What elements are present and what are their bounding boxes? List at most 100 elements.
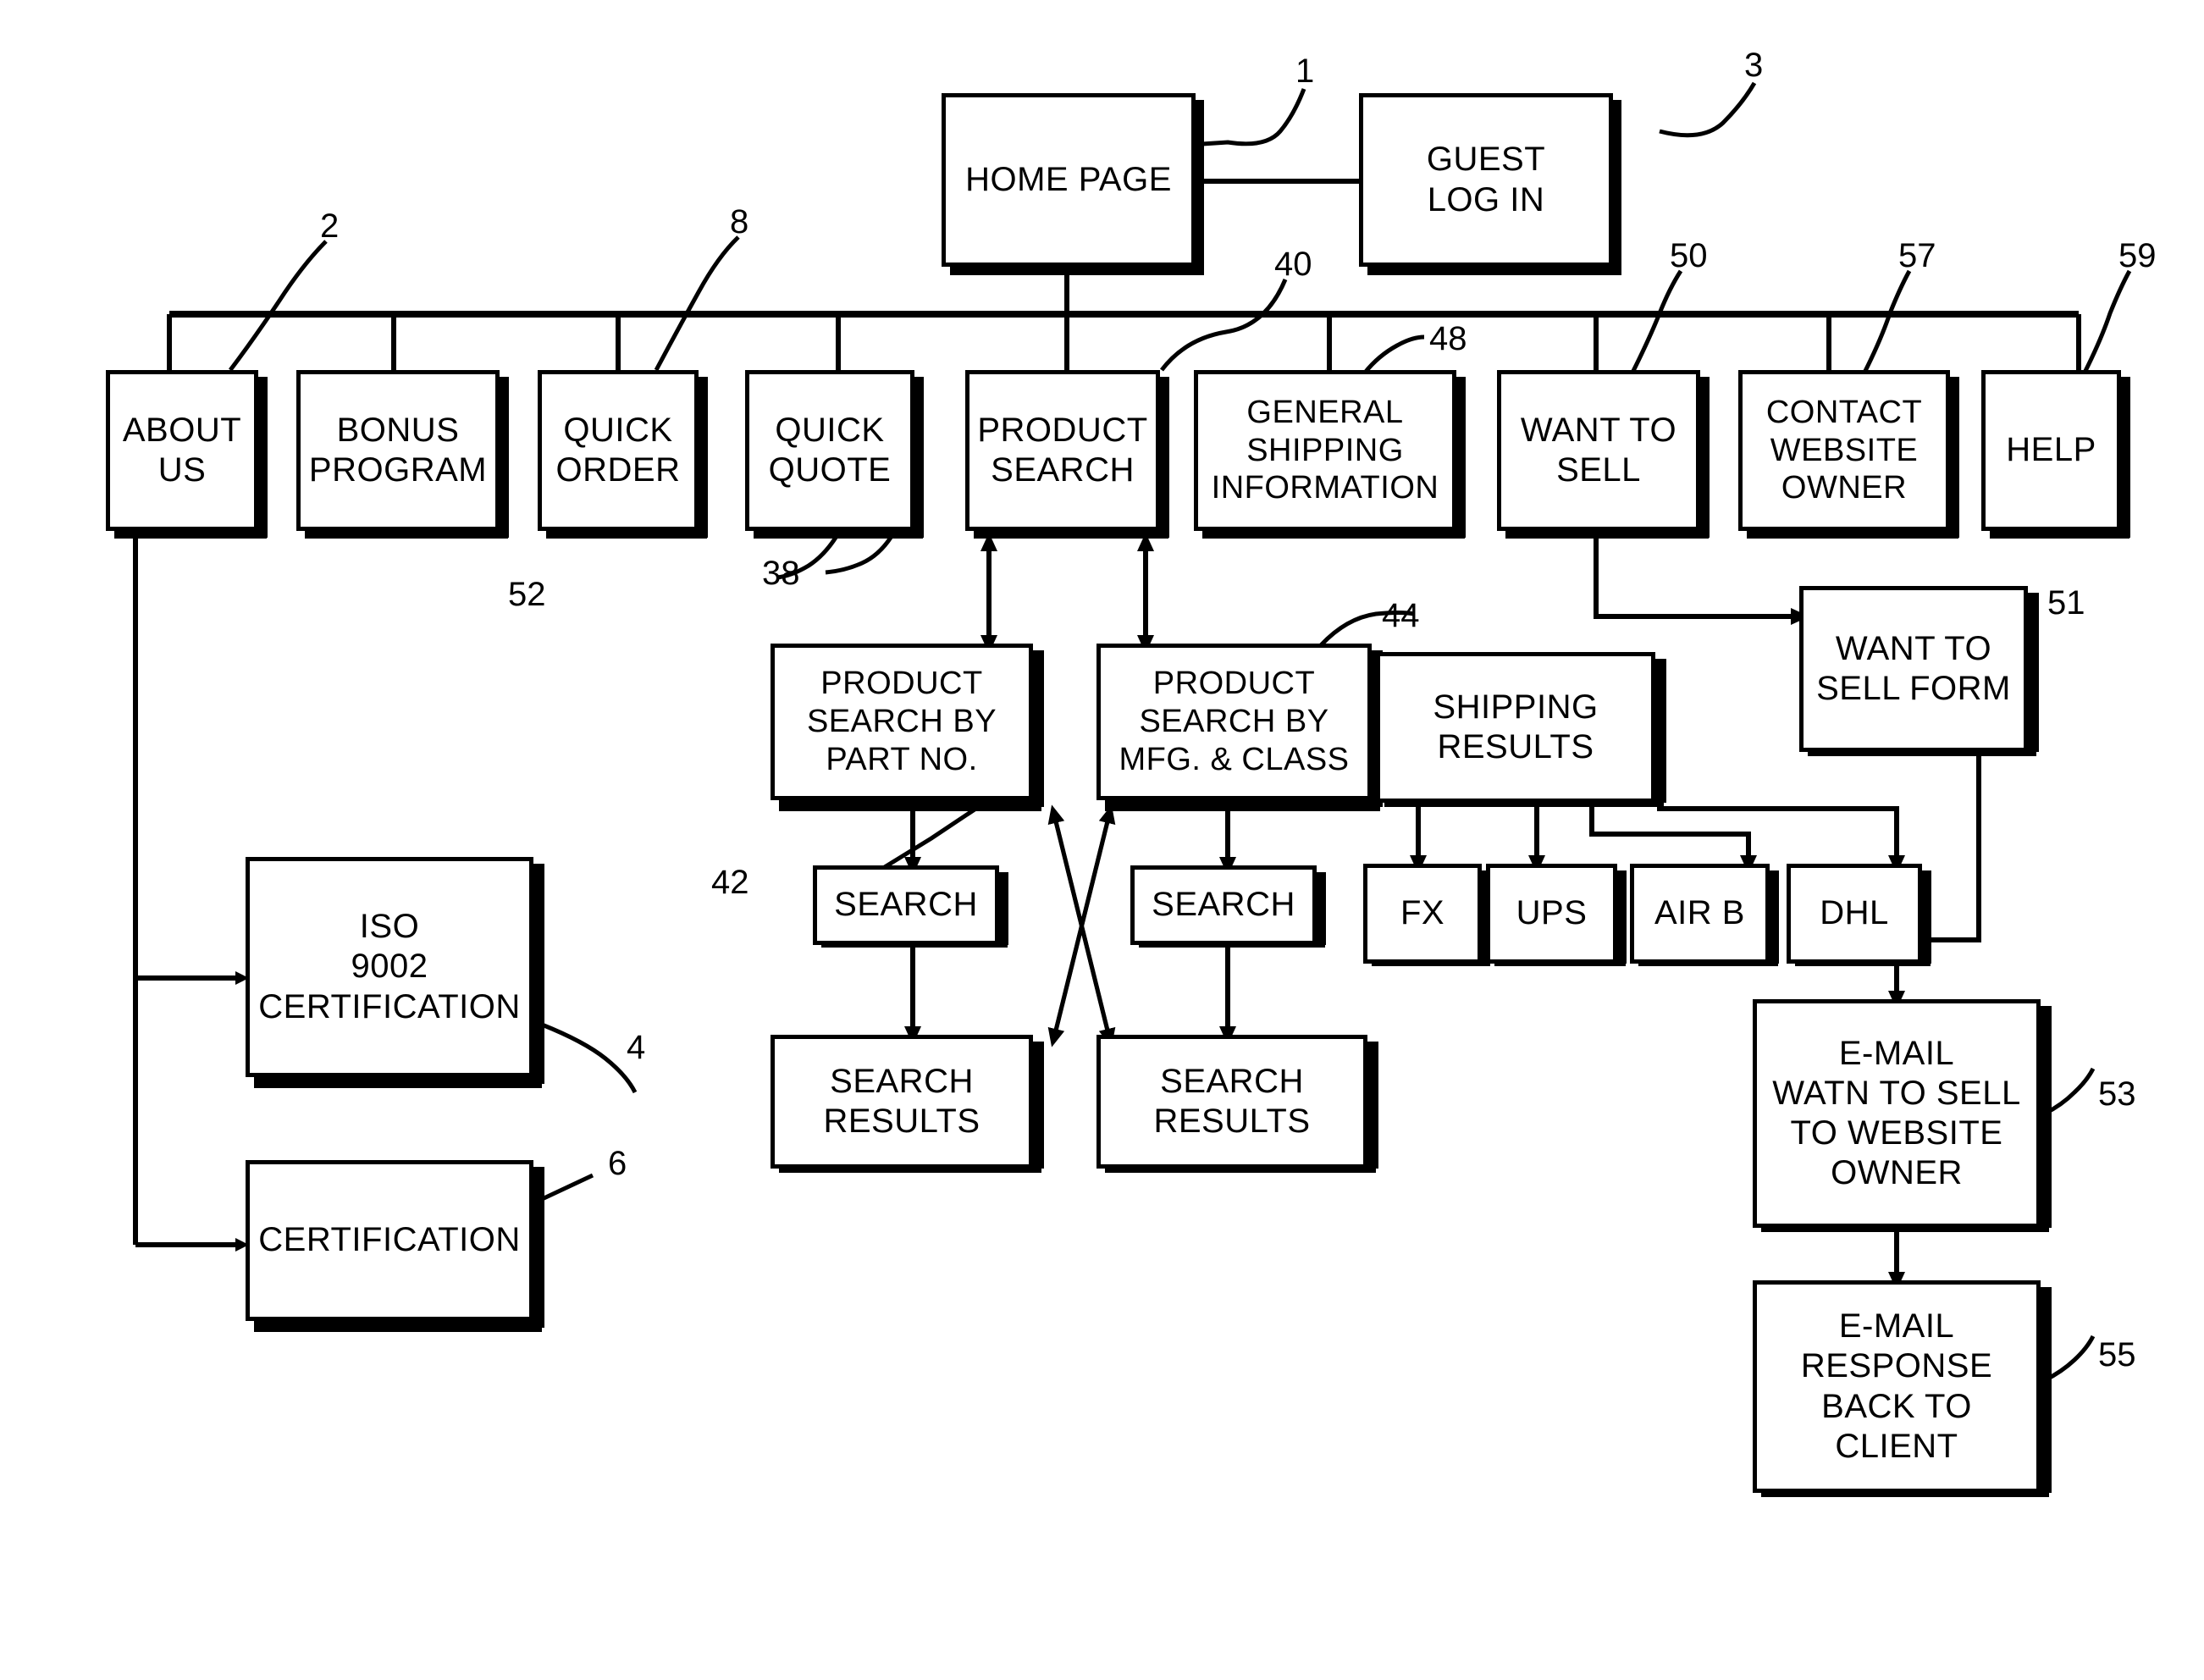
node-shipping-results[interactable]: SHIPPING RESULTS	[1376, 652, 1655, 803]
shadow-ps-mfg	[1105, 800, 1380, 811]
node-home-page[interactable]: HOME PAGE	[942, 93, 1196, 267]
leader-3	[1659, 81, 1757, 138]
leader-55	[2043, 1335, 2096, 1383]
node-contact-website-owner[interactable]: CONTACT WEBSITE OWNER	[1738, 370, 1950, 531]
shadow-search-results-left-side	[1033, 1042, 1044, 1169]
shadow-iso	[254, 1077, 542, 1088]
node-fx-label: FX	[1400, 894, 1445, 932]
leader-48	[1363, 334, 1425, 374]
ref-numeral-53: 53	[2098, 1075, 2136, 1113]
node-search-results-left-label: SEARCH RESULTS	[823, 1062, 980, 1140]
shadow-search-right-side	[1317, 872, 1326, 945]
node-product-search-by-part-no-label: PRODUCT SEARCH BY PART NO.	[806, 666, 997, 777]
node-iso-9002-certification-label: ISO 9002 CERTIFICATION	[258, 908, 521, 1025]
leader-4	[541, 1022, 638, 1094]
node-fx[interactable]: FX	[1363, 864, 1482, 964]
ref-numeral-4: 4	[627, 1029, 646, 1066]
shadow-general-shipping-side	[1456, 377, 1466, 538]
shadow-shipping-results-side	[1655, 659, 1666, 803]
node-bonus-program[interactable]: BONUS PROGRAM	[296, 370, 500, 531]
node-about-us-label: ABOUT US	[122, 411, 242, 489]
ref-numeral-42: 42	[711, 864, 749, 901]
leader-50	[1630, 269, 1683, 374]
shadow-iso-side	[533, 864, 544, 1084]
node-ups-label: UPS	[1516, 894, 1588, 932]
leader-2	[229, 240, 328, 372]
ref-numeral-51: 51	[2047, 584, 2085, 622]
ref-numeral-8: 8	[730, 203, 749, 240]
shadow-quick-quote-side	[914, 377, 924, 538]
node-ups[interactable]: UPS	[1486, 864, 1617, 964]
node-quick-quote[interactable]: QUICK QUOTE	[745, 370, 914, 531]
node-want-to-sell-form[interactable]: WANT TO SELL FORM	[1799, 586, 2028, 752]
shadow-home-page	[950, 267, 1204, 275]
node-email-want-to-sell-to-website-owner[interactable]: E-MAIL WATN TO SELL TO WEBSITE OWNER	[1753, 999, 2041, 1228]
ref-numeral-57: 57	[1898, 237, 1936, 274]
shadow-want-to-sell-side	[1700, 377, 1710, 538]
node-search-results-right[interactable]: SEARCH RESULTS	[1096, 1035, 1367, 1169]
leader-8	[654, 235, 740, 372]
node-product-search-label: PRODUCT SEARCH	[977, 411, 1148, 489]
node-want-to-sell-form-label: WANT TO SELL FORM	[1816, 629, 2011, 707]
leader-1	[1201, 88, 1306, 146]
node-iso-9002-certification[interactable]: ISO 9002 CERTIFICATION	[246, 857, 533, 1077]
shadow-dhl-side	[1922, 870, 1931, 964]
shadow-ps-partno	[779, 800, 1041, 811]
shadow-quick-order-side	[699, 377, 708, 538]
ref-numeral-3: 3	[1744, 47, 1764, 84]
shadow-ups-side	[1617, 870, 1627, 964]
leader-53	[2043, 1067, 2096, 1116]
ref-numeral-59: 59	[2118, 237, 2157, 274]
shadow-bonus-program-side	[500, 377, 509, 538]
flowchart-canvas: HOME PAGE GUEST LOG IN ABOUT US BONUS PR…	[0, 0, 2204, 1680]
node-help[interactable]: HELP	[1981, 370, 2121, 531]
leader-59	[2082, 269, 2132, 374]
node-want-to-sell-label: WANT TO SELL	[1520, 411, 1677, 489]
node-search-left[interactable]: SEARCH	[813, 865, 999, 945]
shadow-certification-side	[533, 1167, 544, 1328]
wire-want-to-sell-to-form	[1594, 533, 1809, 625]
shadow-guest-log-in	[1367, 267, 1621, 275]
node-certification[interactable]: CERTIFICATION	[246, 1160, 533, 1321]
shadow-product-search-side	[1160, 377, 1169, 538]
ref-numeral-55: 55	[2098, 1336, 2136, 1373]
node-help-label: HELP	[2006, 431, 2096, 469]
node-about-us[interactable]: ABOUT US	[106, 370, 258, 531]
ref-numeral-44: 44	[1382, 597, 1420, 634]
node-product-search-by-mfg-class-label: PRODUCT SEARCH BY MFG. & CLASS	[1119, 666, 1350, 777]
node-general-shipping-information[interactable]: GENERAL SHIPPING INFORMATION	[1194, 370, 1456, 531]
shadow-contact-owner-side	[1950, 377, 1959, 538]
node-general-shipping-information-label: GENERAL SHIPPING INFORMATION	[1211, 394, 1439, 506]
node-contact-website-owner-label: CONTACT WEBSITE OWNER	[1765, 394, 1923, 506]
shadow-email-want-to-sell-side	[2041, 1006, 2052, 1228]
ref-numeral-40: 40	[1274, 246, 1312, 283]
node-search-right[interactable]: SEARCH	[1130, 865, 1317, 945]
node-quick-quote-label: QUICK QUOTE	[768, 411, 892, 489]
leader-42	[875, 802, 984, 875]
shadow-search-results-right-side	[1367, 1042, 1378, 1169]
shadow-certification	[254, 1321, 542, 1332]
shadow-home-page-side	[1196, 100, 1204, 274]
node-search-results-left[interactable]: SEARCH RESULTS	[771, 1035, 1033, 1169]
node-dhl-label: DHL	[1820, 894, 1889, 932]
node-email-response-back-to-client[interactable]: E-MAIL RESPONSE BACK TO CLIENT	[1753, 1280, 2041, 1493]
node-want-to-sell[interactable]: WANT TO SELL	[1497, 370, 1700, 531]
node-guest-log-in[interactable]: GUEST LOG IN	[1359, 93, 1613, 267]
node-quick-order[interactable]: QUICK ORDER	[538, 370, 699, 531]
shadow-ps-partno-side	[1033, 650, 1044, 807]
shadow-help-side	[2121, 377, 2130, 538]
node-product-search[interactable]: PRODUCT SEARCH	[965, 370, 1160, 531]
shadow-email-response-side	[2041, 1287, 2052, 1493]
node-search-left-label: SEARCH	[834, 886, 978, 924]
ref-numeral-52: 52	[508, 576, 546, 613]
leader-6	[537, 1173, 594, 1203]
ref-numeral-2: 2	[320, 207, 340, 245]
node-certification-label: CERTIFICATION	[258, 1221, 521, 1259]
node-product-search-by-mfg-class[interactable]: PRODUCT SEARCH BY MFG. & CLASS	[1096, 644, 1372, 800]
ref-numeral-6: 6	[608, 1145, 627, 1182]
node-air-b[interactable]: AIR B	[1630, 864, 1770, 964]
node-product-search-by-part-no[interactable]: PRODUCT SEARCH BY PART NO.	[771, 644, 1033, 800]
node-air-b-label: AIR B	[1654, 894, 1745, 932]
node-dhl[interactable]: DHL	[1787, 864, 1922, 964]
node-guest-log-in-label: GUEST LOG IN	[1426, 141, 1546, 218]
